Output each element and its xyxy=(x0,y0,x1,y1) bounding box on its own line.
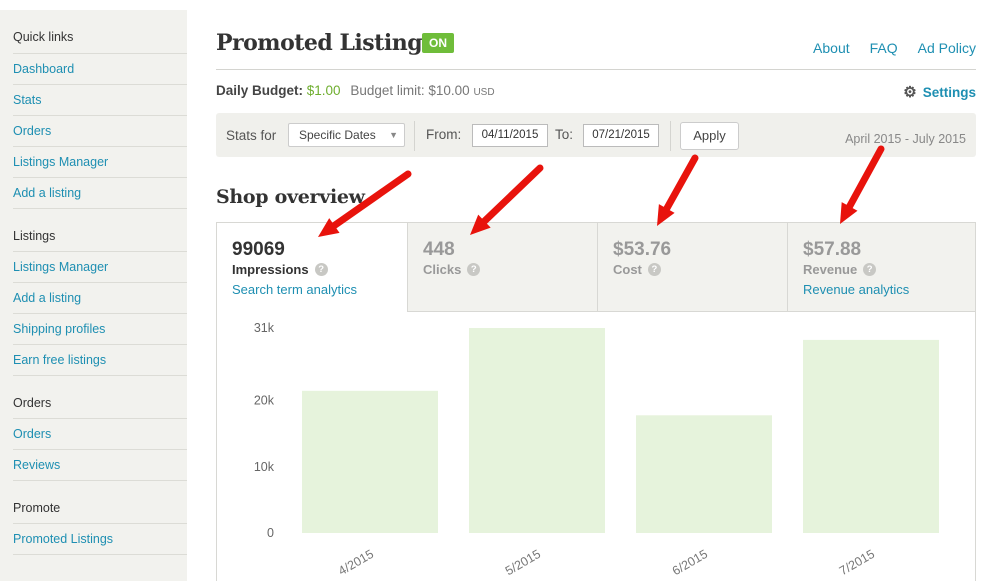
sidebar-item-add-listing[interactable]: Add a listing xyxy=(13,283,187,314)
stats-for-label: Stats for xyxy=(226,128,277,143)
status-badge: ON xyxy=(422,33,454,53)
x-tick-label: 4/2015 xyxy=(336,547,376,578)
gear-icon: ⚙ xyxy=(903,84,917,101)
chart-bar[interactable] xyxy=(636,415,772,533)
sidebar-item-orders[interactable]: Orders xyxy=(13,116,187,147)
arrow-shaft xyxy=(846,145,885,210)
date-range-select[interactable]: Specific Dates ▼ xyxy=(288,123,405,147)
overview-panel: 99069 Impressions ? Search term analytic… xyxy=(216,222,976,581)
divider xyxy=(670,121,671,151)
budget-summary: Daily Budget: $1.00 Budget limit: $10.00… xyxy=(216,83,495,98)
settings-label: Settings xyxy=(922,84,976,100)
to-label: To: xyxy=(555,127,574,142)
header-links: About FAQ Ad Policy xyxy=(793,40,976,56)
stats-filter-bar: Stats for Specific Dates ▼ From: 04/11/2… xyxy=(216,113,976,157)
daily-budget-label: Daily Budget: xyxy=(216,83,304,98)
sidebar-item-promoted-listings[interactable]: Promoted Listings xyxy=(13,524,187,555)
page-title: Promoted Listings xyxy=(216,30,434,56)
sidebar-item-listings-manager[interactable]: Listings Manager xyxy=(13,147,187,178)
sidebar-group-title: Orders xyxy=(13,376,187,419)
from-label: From: xyxy=(426,127,462,142)
sidebar-item-listings-manager[interactable]: Listings Manager xyxy=(13,252,187,283)
sidebar-item-shipping-profiles[interactable]: Shipping profiles xyxy=(13,314,187,345)
y-tick-label: 10k xyxy=(254,460,275,474)
settings-button[interactable]: ⚙ Settings xyxy=(903,83,976,101)
sidebar-item-stats[interactable]: Stats xyxy=(13,85,187,116)
budget-limit: Budget limit: $10.00 xyxy=(350,83,470,98)
sidebar-item-dashboard[interactable]: Dashboard xyxy=(13,54,187,85)
chevron-down-icon: ▼ xyxy=(389,130,398,140)
date-range-value: Specific Dates xyxy=(299,128,376,142)
section-title: Shop overview xyxy=(216,186,365,208)
sidebar-group-title: Quick links xyxy=(13,10,187,54)
to-date-input[interactable]: 07/21/2015 xyxy=(583,124,659,147)
y-tick-label: 31k xyxy=(254,321,275,335)
arrow-shaft xyxy=(663,154,699,213)
x-tick-label: 7/2015 xyxy=(837,547,877,578)
arrow-head xyxy=(840,202,858,224)
divider xyxy=(414,121,415,151)
x-tick-label: 6/2015 xyxy=(670,547,710,578)
chart-bar[interactable] xyxy=(469,328,605,533)
about-link[interactable]: About xyxy=(813,40,850,56)
sidebar-group-title: Promote xyxy=(13,481,187,524)
y-tick-label: 20k xyxy=(254,394,275,408)
budget-currency: USD xyxy=(473,87,495,98)
chart-bar[interactable] xyxy=(803,339,939,533)
chart-bar[interactable] xyxy=(302,390,438,533)
ad-policy-link[interactable]: Ad Policy xyxy=(918,40,976,56)
faq-link[interactable]: FAQ xyxy=(870,40,898,56)
x-tick-label: 5/2015 xyxy=(503,547,543,578)
sidebar-item-earn-free-listings[interactable]: Earn free listings xyxy=(13,345,187,376)
impressions-bar-chart: 0 10k 20k 31k 4/2015 5/2015 6/2015 7/2015 xyxy=(254,321,939,578)
from-date-input[interactable]: 04/11/2015 xyxy=(472,124,548,147)
sidebar: Quick links Dashboard Stats Orders Listi… xyxy=(0,10,187,581)
arrow-shaft xyxy=(480,164,544,225)
sidebar-item-orders[interactable]: Orders xyxy=(13,419,187,450)
daily-budget-value: $1.00 xyxy=(306,83,341,98)
apply-button[interactable]: Apply xyxy=(680,122,739,150)
date-range-label: April 2015 - July 2015 xyxy=(845,132,966,146)
header-divider xyxy=(216,69,976,70)
sidebar-item-reviews[interactable]: Reviews xyxy=(13,450,187,481)
sidebar-item-add-listing[interactable]: Add a listing xyxy=(13,178,187,209)
y-tick-label: 0 xyxy=(267,526,274,540)
sidebar-group-title: Listings xyxy=(13,209,187,252)
